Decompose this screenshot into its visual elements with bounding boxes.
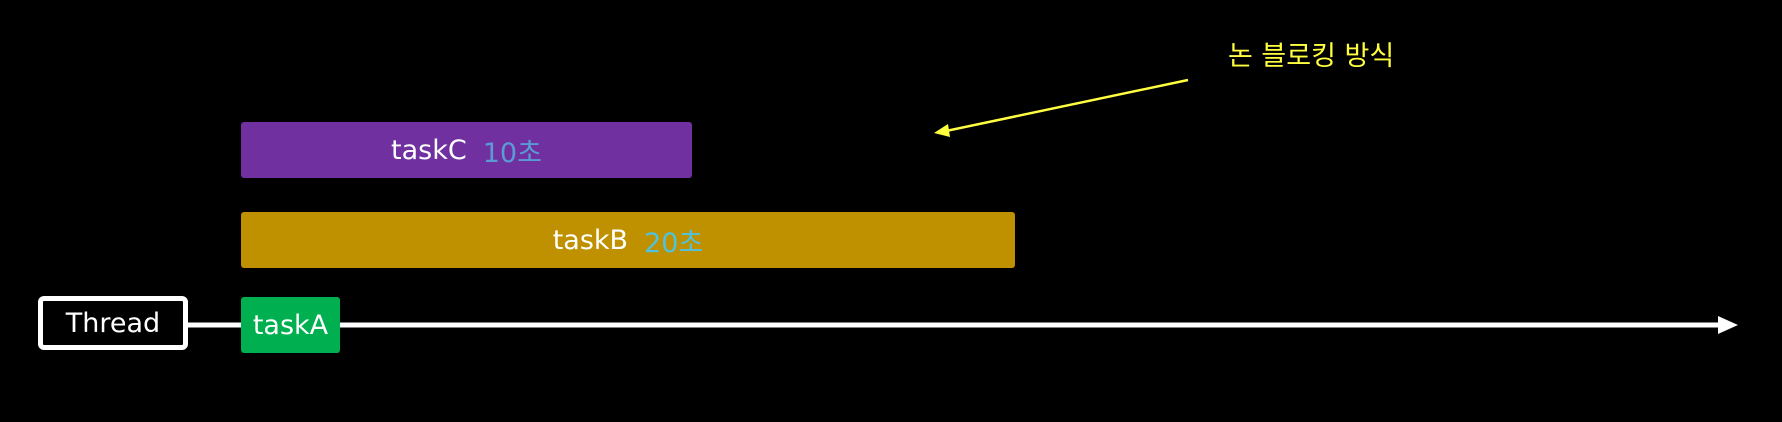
- task-c-bar: taskC 10초: [241, 122, 692, 178]
- annotation-arrowhead: [934, 124, 950, 137]
- task-a-name: taskA: [252, 309, 329, 341]
- timeline-arrowhead: [1718, 316, 1738, 334]
- task-a-bar: taskA: [241, 297, 340, 353]
- task-b-name: taskB: [552, 224, 629, 256]
- annotation-arrow-line: [945, 78, 1189, 133]
- task-b-bar: taskB 20초: [241, 212, 1015, 268]
- thread-label: Thread: [65, 307, 161, 339]
- task-c-duration: 10초: [482, 137, 542, 169]
- thread-box: Thread: [38, 296, 188, 350]
- task-c-name: taskC: [391, 134, 467, 166]
- non-blocking-annotation: 논 블로킹 방식: [1228, 41, 1395, 72]
- task-b-duration: 20초: [644, 227, 704, 259]
- timeline-diagram: [188, 78, 1738, 334]
